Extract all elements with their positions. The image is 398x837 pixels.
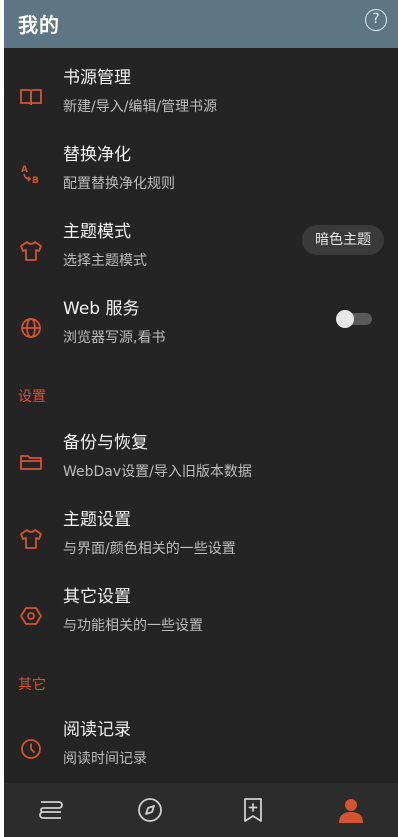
menu-item-replace-rules[interactable]: A B 替换净化 配置替换净化规则 — [4, 135, 398, 211]
screen: 我的 ? 书源管理 新建/导入/编辑/管理书源 A B 替换净化 配置替换净化规… — [4, 0, 398, 837]
menu-item-title: 主题模式 — [63, 222, 131, 242]
theme-mode-value[interactable]: 暗色主题 — [302, 225, 384, 255]
menu-item-subtitle: 浏览器写源,看书 — [63, 330, 166, 346]
menu-item-subtitle: 与功能相关的一些设置 — [63, 618, 203, 634]
section-header-other: 其它 — [18, 677, 46, 693]
top-bar: 我的 ? — [4, 0, 398, 48]
bookmark-add-icon[interactable] — [239, 796, 267, 824]
menu-item-subtitle: 新建/导入/编辑/管理书源 — [63, 99, 218, 115]
hexagon-settings-icon — [18, 603, 44, 629]
menu-item-title: 其它设置 — [63, 587, 131, 607]
menu-item-title: 书源管理 — [63, 68, 131, 88]
menu-item-other-settings[interactable]: 其它设置 与功能相关的一些设置 — [4, 577, 398, 653]
menu-item-theme-mode[interactable]: 主题模式 选择主题模式 暗色主题 — [4, 212, 398, 288]
web-service-toggle[interactable] — [336, 310, 372, 328]
menu-item-subtitle: WebDav设置/导入旧版本数据 — [63, 464, 252, 480]
section-header-settings: 设置 — [18, 389, 46, 405]
bookshelf-icon[interactable] — [37, 796, 65, 824]
shirt-icon — [18, 238, 44, 264]
clock-icon — [18, 736, 44, 762]
menu-item-title: 替换净化 — [63, 145, 131, 165]
book-icon — [18, 84, 44, 110]
menu-item-subtitle: 选择主题模式 — [63, 253, 147, 269]
user-icon[interactable] — [337, 796, 365, 824]
menu-item-subtitle: 配置替换净化规则 — [63, 176, 175, 192]
menu-item-title: 备份与恢复 — [63, 433, 148, 453]
menu-item-backup[interactable]: 备份与恢复 WebDav设置/导入旧版本数据 — [4, 423, 398, 499]
svg-text:A: A — [21, 165, 28, 175]
translate-icon: A B — [18, 161, 44, 187]
menu-item-title: 阅读记录 — [63, 720, 131, 740]
menu-item-subtitle: 阅读时间记录 — [63, 751, 147, 767]
menu-item-read-record[interactable]: 阅读记录 阅读时间记录 — [4, 710, 398, 786]
page-title: 我的 — [18, 13, 60, 37]
menu-item-title: Web 服务 — [63, 299, 140, 319]
folder-icon — [18, 449, 44, 475]
bottom-navigation — [4, 783, 398, 837]
menu-item-theme-settings[interactable]: 主题设置 与界面/颜色相关的一些设置 — [4, 500, 398, 576]
menu-item-web-service[interactable]: Web 服务 浏览器写源,看书 — [4, 289, 398, 365]
toggle-knob — [336, 310, 354, 328]
compass-icon[interactable] — [136, 796, 164, 824]
shirt-icon — [18, 526, 44, 552]
globe-icon — [18, 315, 44, 341]
help-icon[interactable]: ? — [365, 9, 387, 31]
menu-item-book-source[interactable]: 书源管理 新建/导入/编辑/管理书源 — [4, 58, 398, 134]
menu-item-title: 主题设置 — [63, 510, 131, 530]
svg-text:B: B — [32, 176, 39, 186]
menu-item-subtitle: 与界面/颜色相关的一些设置 — [63, 541, 236, 557]
